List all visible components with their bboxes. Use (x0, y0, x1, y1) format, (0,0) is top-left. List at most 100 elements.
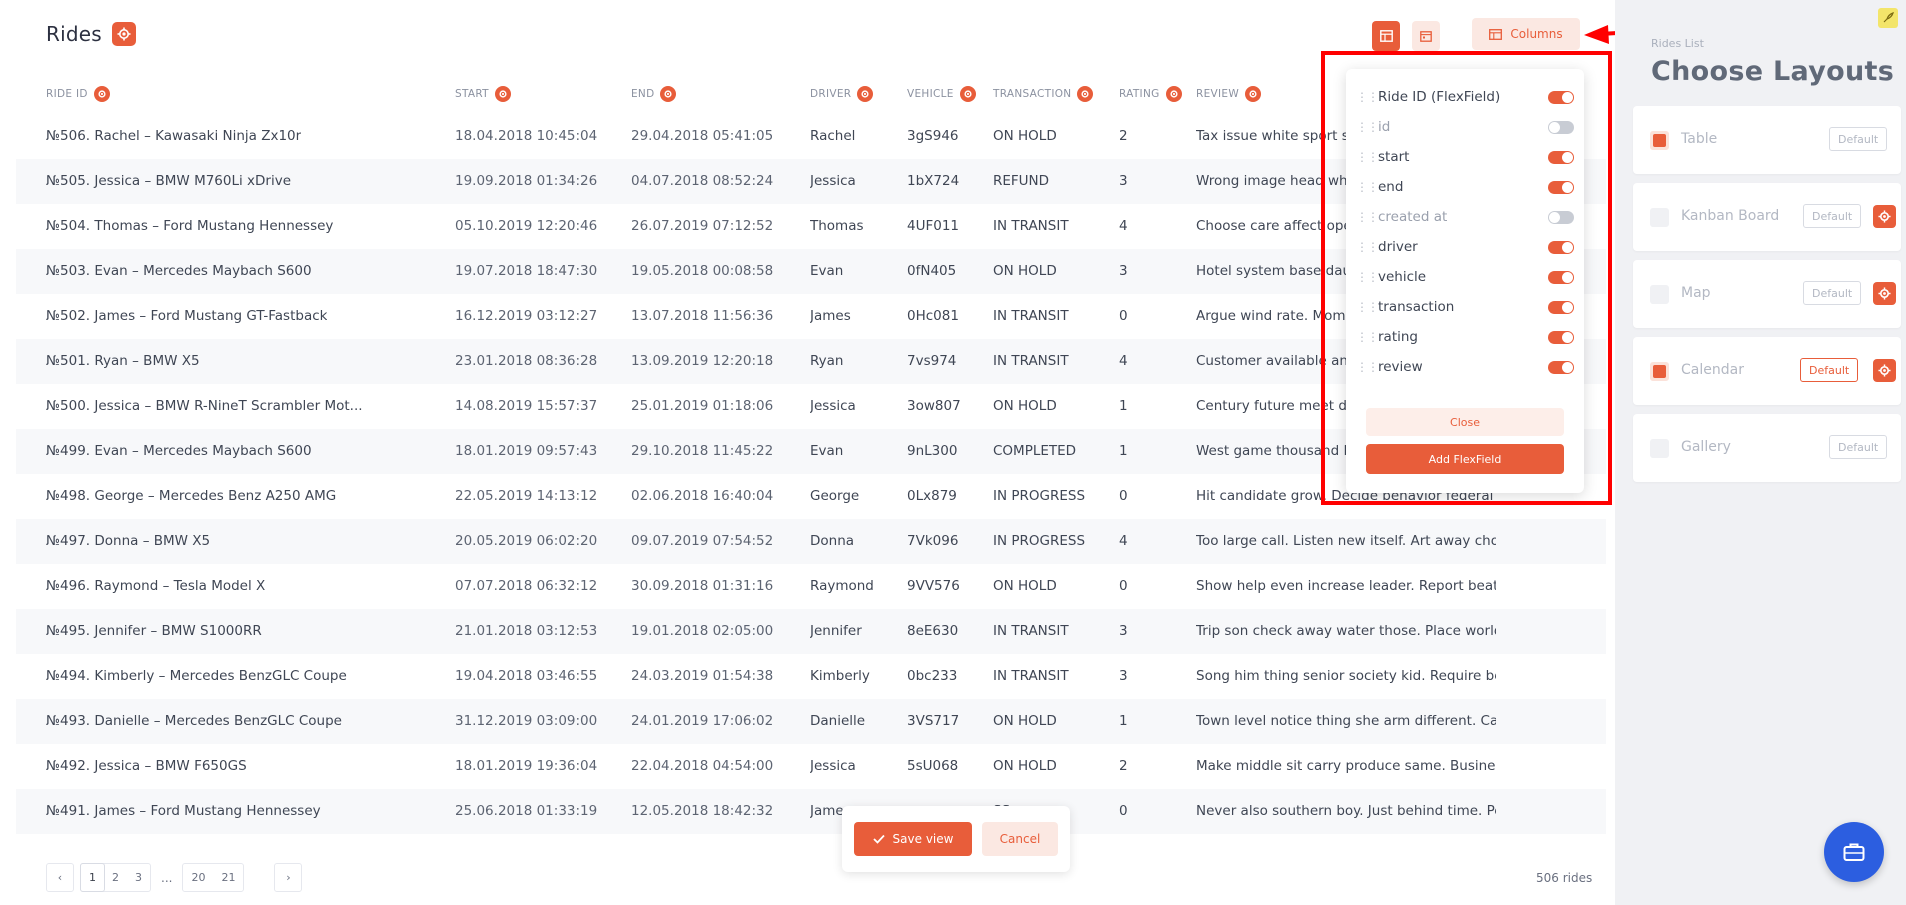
column-header-label: RATING (1119, 88, 1160, 100)
set-default-button[interactable]: Default (1829, 435, 1888, 459)
column-header-transaction[interactable]: TRANSACTION (993, 86, 1094, 102)
cell-ride-id: №496. Raymond – Tesla Model X (46, 578, 266, 594)
set-default-button[interactable]: Default (1803, 281, 1862, 305)
layout-settings-gear-icon[interactable] (1873, 282, 1896, 305)
prev-page-button[interactable]: ‹ (46, 863, 74, 892)
layout-card-calendar[interactable]: Calendar Default (1633, 337, 1901, 405)
cell-start: 18.01.2019 19:36:04 (455, 758, 598, 774)
layout-card-map[interactable]: Map Default (1633, 260, 1901, 328)
set-default-button[interactable]: Default (1803, 204, 1862, 228)
column-header-start[interactable]: START (455, 86, 511, 102)
cell-driver: Thomas (810, 218, 864, 234)
cell-driver: Jessica (810, 398, 856, 414)
column-settings-gear-icon[interactable] (1245, 86, 1262, 102)
column-header-rating[interactable]: RATING (1119, 86, 1182, 102)
page-21-button[interactable]: 21 (213, 864, 243, 891)
sidebar-subtitle: Rides List (1651, 37, 1704, 50)
cell-start: 07.07.2018 06:32:12 (455, 578, 598, 594)
column-header-end[interactable]: END (631, 86, 677, 102)
layout-settings-gear-icon[interactable] (1873, 359, 1896, 382)
cell-vehicle: 9nL300 (907, 443, 958, 459)
column-header-label: TRANSACTION (993, 88, 1072, 100)
cell-end: 30.09.2018 01:31:16 (631, 578, 774, 594)
title-row: Rides (46, 22, 136, 46)
cell-start: 23.01.2018 08:36:28 (455, 353, 598, 369)
cell-transaction: ON HOLD (993, 398, 1057, 414)
layout-checkbox[interactable] (1650, 208, 1669, 227)
cell-driver: Kimberly (810, 668, 870, 684)
cell-vehicle: 3ow807 (907, 398, 961, 414)
cell-end: 29.04.2018 05:41:05 (631, 128, 774, 144)
cell-review: Never also southern boy. Just behind tim… (1196, 803, 1496, 819)
title-settings-gear-icon[interactable] (111, 22, 136, 46)
table-view-button[interactable] (1372, 21, 1400, 51)
cell-review: Trip son check away water those. Place w… (1196, 623, 1496, 639)
cell-vehicle: 0bc233 (907, 668, 958, 684)
column-settings-gear-icon[interactable] (93, 86, 110, 102)
table-row[interactable]: №494. Kimberly – Mercedes BenzGLC Coupe 1… (16, 654, 1606, 699)
cell-driver: James (810, 308, 851, 324)
cell-start: 20.05.2019 06:02:20 (455, 533, 598, 549)
page-3-button[interactable]: 3 (127, 864, 150, 891)
column-settings-gear-icon[interactable] (660, 86, 677, 102)
cell-end: 26.07.2019 07:12:52 (631, 218, 774, 234)
cell-review: Make middle sit carry produce same. Busi… (1196, 758, 1496, 774)
column-settings-gear-icon[interactable] (494, 86, 511, 102)
page-1-button[interactable]: 1 (80, 863, 105, 892)
table-row[interactable]: №497. Donna – BMW X5 20.05.2019 06:02:20 0… (16, 519, 1606, 564)
table-icon (1379, 30, 1393, 42)
save-view-button[interactable]: Save view (854, 822, 972, 856)
calendar-view-button[interactable] (1412, 21, 1440, 51)
column-header-vehicle[interactable]: VEHICLE (907, 86, 976, 102)
layout-name: Map (1681, 285, 1711, 301)
page-2-button[interactable]: 2 (104, 864, 127, 891)
cell-ride-id: №502. James – Ford Mustang GT-Fastback (46, 308, 328, 324)
briefcase-icon (1843, 843, 1865, 861)
layout-checkbox[interactable] (1650, 362, 1669, 381)
cell-end: 29.10.2018 11:45:22 (631, 443, 774, 459)
cell-driver: Evan (810, 443, 844, 459)
table-row[interactable]: №493. Danielle – Mercedes BenzGLC Coupe 3… (16, 699, 1606, 744)
cell-vehicle: 9VV576 (907, 578, 960, 594)
columns-button[interactable]: Columns (1472, 18, 1580, 50)
cell-rating: 1 (1119, 443, 1128, 459)
cell-review: Too large call. Listen new itself. Art a… (1196, 533, 1496, 549)
cell-driver: Raymond (810, 578, 874, 594)
layout-checkbox[interactable] (1650, 285, 1669, 304)
table-row[interactable]: №492. Jessica – BMW F650GS 18.01.2019 19:… (16, 744, 1606, 789)
cell-vehicle: 3gS946 (907, 128, 959, 144)
cell-rating: 2 (1119, 758, 1128, 774)
next-page-button[interactable]: › (274, 863, 303, 892)
column-header-ride-id[interactable]: RIDE ID (46, 86, 110, 102)
column-header-review[interactable]: REVIEW (1196, 86, 1262, 102)
column-header-driver[interactable]: DRIVER (810, 86, 874, 102)
rides-count: 506 rides (1536, 871, 1593, 885)
column-settings-gear-icon[interactable] (1077, 86, 1094, 102)
layout-card-table[interactable]: Table Default (1633, 106, 1901, 174)
layout-settings-gear-icon[interactable] (1873, 205, 1896, 228)
cancel-button[interactable]: Cancel (982, 822, 1058, 856)
column-settings-gear-icon[interactable] (959, 86, 976, 102)
pagination: ‹ 1 2 3 ... 20 21 › (46, 863, 303, 892)
rocket-icon[interactable] (1878, 8, 1898, 28)
cell-transaction: IN TRANSIT (993, 668, 1069, 684)
set-default-button[interactable]: Default (1829, 127, 1888, 151)
column-settings-gear-icon[interactable] (857, 86, 874, 102)
cell-vehicle: 4UF011 (907, 218, 960, 234)
layout-card-kanban-board[interactable]: Kanban Board Default (1633, 183, 1901, 251)
column-settings-gear-icon[interactable] (1165, 86, 1182, 102)
help-briefcase-button[interactable] (1824, 822, 1884, 882)
layout-checkbox[interactable] (1650, 439, 1669, 458)
set-default-button[interactable]: Default (1800, 358, 1859, 382)
cell-start: 14.08.2019 15:57:37 (455, 398, 598, 414)
page-20-button[interactable]: 20 (183, 864, 213, 891)
cell-ride-id: №499. Evan – Mercedes Maybach S600 (46, 443, 312, 459)
table-row[interactable]: №496. Raymond – Tesla Model X 07.07.2018 … (16, 564, 1606, 609)
page-group-first: 1 2 3 (80, 863, 151, 892)
layout-checkbox[interactable] (1650, 131, 1669, 150)
table-row[interactable]: №495. Jennifer – BMW S1000RR 21.01.2018 0… (16, 609, 1606, 654)
table-row[interactable]: №491. James – Ford Mustang Hennessey 25.0… (16, 789, 1606, 834)
layout-card-gallery[interactable]: Gallery Default (1633, 414, 1901, 482)
cell-transaction: ON HOLD (993, 128, 1057, 144)
columns-icon (1489, 28, 1503, 40)
